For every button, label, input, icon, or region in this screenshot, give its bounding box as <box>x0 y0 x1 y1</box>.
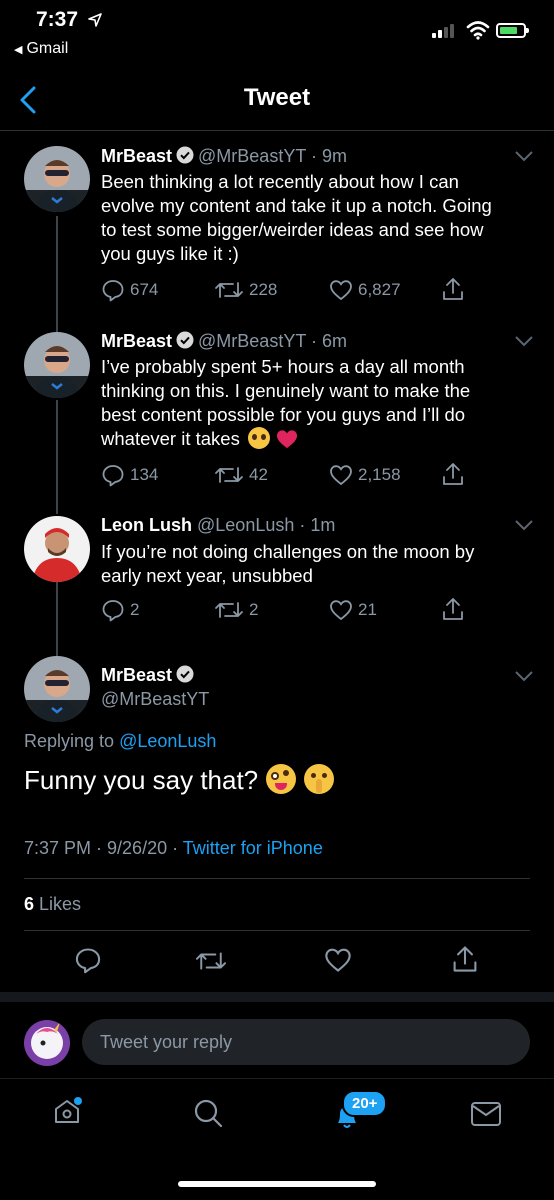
verified-icon <box>176 665 194 683</box>
author-name[interactable]: Leon Lush <box>101 515 192 535</box>
like-icon[interactable] <box>324 946 352 974</box>
likes-count[interactable]: 6 Likes <box>24 894 81 915</box>
header-divider <box>0 130 554 131</box>
divider <box>24 878 530 879</box>
focused-tweet-text: Funny you say that? <box>24 764 335 796</box>
share-icon <box>443 598 463 620</box>
tweet-meta: @LeonLush · 1m <box>197 515 336 535</box>
replying-to-link[interactable]: @LeonLush <box>119 731 216 751</box>
shushing-face-emoji <box>304 764 335 794</box>
retweet-icon <box>215 282 243 298</box>
back-to-app-link[interactable]: ◀ Gmail <box>14 40 68 58</box>
author-name[interactable]: MrBeast <box>101 146 172 166</box>
retweet-icon <box>215 602 243 618</box>
author-name[interactable]: MrBeast <box>101 331 172 351</box>
user-avatar[interactable] <box>24 1020 70 1066</box>
like-button[interactable]: 6,827 <box>329 278 401 302</box>
like-icon <box>330 465 352 486</box>
share-button[interactable] <box>441 461 465 487</box>
retweet-icon <box>215 467 243 483</box>
pleading-face-emoji <box>247 427 270 449</box>
cellular-signal-icon <box>432 24 454 38</box>
tweet-header: Leon Lush @LeonLush · 1m <box>101 515 335 536</box>
source-link[interactable]: Twitter for iPhone <box>183 838 323 858</box>
zany-face-emoji <box>266 764 297 794</box>
notifications-badge: 20+ <box>342 1090 388 1117</box>
share-icon[interactable] <box>451 944 479 974</box>
retweet-button[interactable]: 2 <box>214 598 258 622</box>
like-icon <box>330 600 352 621</box>
avatar[interactable] <box>24 332 90 398</box>
like-button[interactable]: 21 <box>329 598 377 622</box>
reply-input[interactable]: Tweet your reply <box>82 1019 530 1065</box>
search-icon[interactable] <box>193 1098 223 1128</box>
home-icon[interactable] <box>52 1096 82 1126</box>
verified-icon <box>176 146 194 164</box>
tweet-meta: @MrBeastYT · 9m <box>198 146 347 166</box>
location-arrow-icon <box>88 13 102 27</box>
wifi-icon <box>466 21 490 40</box>
reply-icon <box>102 465 124 487</box>
reply-button[interactable]: 134 <box>101 463 158 487</box>
reply-icon <box>102 600 124 622</box>
red-heart-emoji <box>276 430 297 449</box>
caret-down-icon[interactable] <box>514 519 534 531</box>
tweet-timestamp: 7:37 PM · 9/26/20 · Twitter for iPhone <box>24 838 323 858</box>
tweet-text: I’ve probably spent 5+ hours a day all m… <box>101 356 471 449</box>
replying-to: Replying to @LeonLush <box>24 731 217 751</box>
share-button[interactable] <box>441 276 465 302</box>
thread-line <box>56 400 58 514</box>
reply-button[interactable]: 2 <box>101 598 139 622</box>
tweet-header: MrBeast @MrBeastYT · 6m <box>101 331 347 352</box>
retweet-button[interactable]: 228 <box>214 278 277 302</box>
like-icon <box>330 280 352 301</box>
reply-button[interactable]: 674 <box>101 278 158 302</box>
share-icon <box>443 463 463 485</box>
caret-down-icon[interactable] <box>514 670 534 682</box>
caret-down-icon[interactable] <box>514 150 534 162</box>
section-separator <box>0 992 554 1002</box>
verified-icon <box>176 331 194 349</box>
page-title: Tweet <box>243 84 311 111</box>
share-button[interactable] <box>441 596 465 622</box>
tweet-header: MrBeast @MrBeastYT · 9m <box>101 146 347 167</box>
messages-icon[interactable] <box>470 1100 502 1128</box>
retweet-icon[interactable] <box>194 948 228 974</box>
back-triangle-icon: ◀ <box>14 44 23 56</box>
back-app-label: Gmail <box>26 40 69 57</box>
battery-icon <box>496 23 529 38</box>
tweet-text: If you’re not doing challenges on the mo… <box>101 541 475 586</box>
reply-icon[interactable] <box>74 946 102 974</box>
thread-line <box>56 582 58 656</box>
avatar[interactable] <box>24 146 90 212</box>
share-icon <box>443 278 463 300</box>
caret-down-icon[interactable] <box>514 335 534 347</box>
divider <box>24 930 530 931</box>
thread-line <box>56 216 58 332</box>
retweet-button[interactable]: 42 <box>214 463 268 487</box>
reply-icon <box>102 280 124 302</box>
status-time: 7:37 <box>36 8 79 31</box>
tweet-meta: @MrBeastYT · 6m <box>198 331 347 351</box>
author-name[interactable]: MrBeast <box>101 665 172 685</box>
avatar[interactable] <box>24 516 90 582</box>
focused-author[interactable]: MrBeast <box>101 665 198 686</box>
tweet-text: Been thinking a lot recently about how I… <box>101 171 492 264</box>
avatar[interactable] <box>24 656 90 722</box>
home-indicator <box>178 1181 376 1187</box>
tab-bar-divider <box>0 1078 554 1079</box>
like-button[interactable]: 2,158 <box>329 463 401 487</box>
author-handle: @MrBeastYT <box>101 689 210 709</box>
